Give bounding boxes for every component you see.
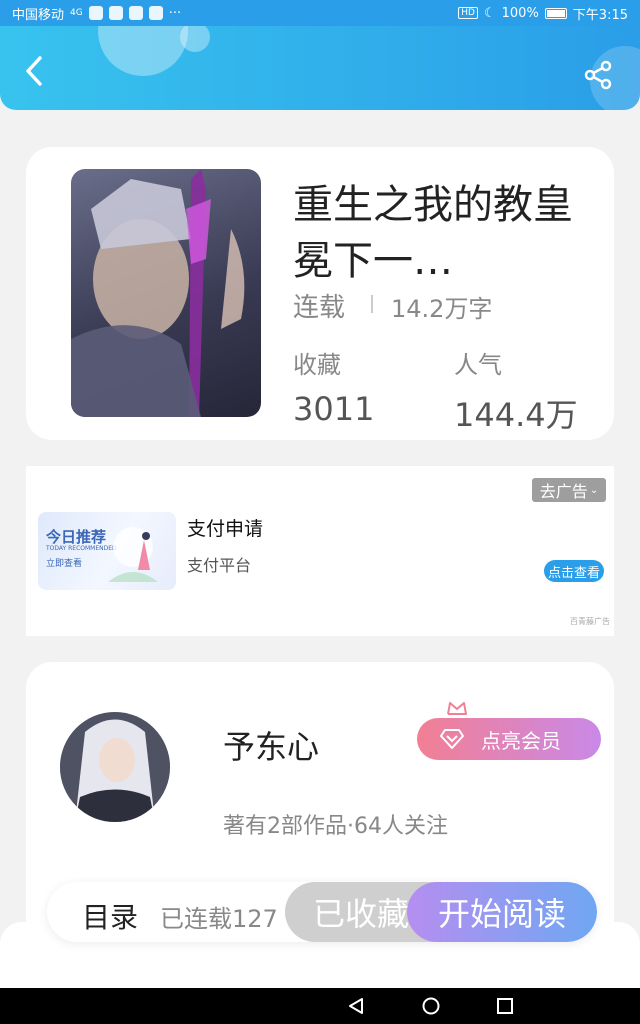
- chapter-count[interactable]: 已连载127: [160, 899, 278, 934]
- ad-description: 支付平台: [187, 556, 252, 575]
- battery-icon: [544, 7, 567, 19]
- status-bar: 中国移动 4G ··· HD ☾ 100% 下午3:15: [0, 0, 640, 26]
- back-icon[interactable]: [20, 54, 50, 88]
- favorites-label: 收藏: [293, 351, 341, 379]
- diamond-icon: [440, 729, 464, 749]
- hd-icon: HD: [458, 7, 478, 19]
- ad-banner[interactable]: 去广告 ⌄ 今日推荐 TODAY RECOMMENDED 立即查看 支付申请 支…: [26, 466, 614, 636]
- crown-icon: [447, 702, 467, 715]
- serial-status: 连载: [293, 293, 346, 323]
- author-avatar[interactable]: [60, 712, 170, 822]
- nav-recents-icon[interactable]: [497, 998, 513, 1014]
- popularity-value: 144.4万: [454, 396, 578, 434]
- ad-source-label: 百青藤广告: [570, 617, 610, 626]
- remove-ad-button[interactable]: 去广告 ⌄: [532, 478, 606, 502]
- divider: [371, 295, 373, 313]
- share-icon[interactable]: [584, 60, 614, 90]
- favorites-value: 3011: [293, 390, 375, 428]
- decorative-bubble: [180, 26, 210, 52]
- word-count: 14.2万字: [391, 295, 493, 323]
- carrier-label: 中国移动: [12, 7, 65, 23]
- remove-ad-label: 去广告: [539, 482, 588, 501]
- wifi-icon: [88, 6, 103, 20]
- ad-title: 支付申请: [187, 518, 264, 540]
- app-notification-icon: [148, 6, 163, 20]
- nav-home-icon[interactable]: [422, 997, 440, 1015]
- author-stats: 著有2部作品·64人关注: [223, 814, 448, 839]
- chevron-down-icon: ⌄: [589, 484, 599, 496]
- nav-back-icon[interactable]: [349, 998, 363, 1014]
- table-of-contents-button[interactable]: 目录: [82, 896, 138, 936]
- start-reading-button[interactable]: 开始阅读: [407, 882, 597, 942]
- app-notification-icon: [128, 6, 143, 20]
- bottom-action-bar: 目录 已连载127 已收藏 开始阅读: [47, 882, 597, 942]
- battery-percent: 100%: [501, 5, 539, 21]
- ad-image[interactable]: 今日推荐 TODAY RECOMMENDED 立即查看: [38, 512, 176, 590]
- network-label: 4G: [70, 8, 83, 18]
- clock: 下午3:15: [572, 7, 628, 23]
- vip-membership-button[interactable]: 点亮会员: [417, 718, 601, 760]
- cover-illustration: [71, 169, 245, 417]
- system-nav-bar: [0, 988, 640, 1024]
- decorative-bubble: [98, 26, 188, 76]
- moon-icon: ☾: [483, 5, 496, 21]
- ad-illustration: [108, 527, 158, 582]
- app-notification-icon: [108, 6, 123, 20]
- avatar-illustration: [60, 712, 170, 822]
- ad-view-button[interactable]: 点击查看: [544, 560, 604, 582]
- popularity-label: 人气: [454, 351, 502, 379]
- book-info-card: 重生之我的教皇冕下一… 连载 14.2万字 收藏 3011 人气 144.4万: [26, 147, 614, 440]
- vip-button-label: 点亮会员: [481, 728, 561, 753]
- book-cover[interactable]: [71, 169, 261, 417]
- top-header: [0, 26, 640, 110]
- author-name: 予东心: [223, 728, 320, 766]
- book-title: 重生之我的教皇冕下一…: [293, 182, 573, 284]
- more-notifications: ···: [168, 5, 182, 21]
